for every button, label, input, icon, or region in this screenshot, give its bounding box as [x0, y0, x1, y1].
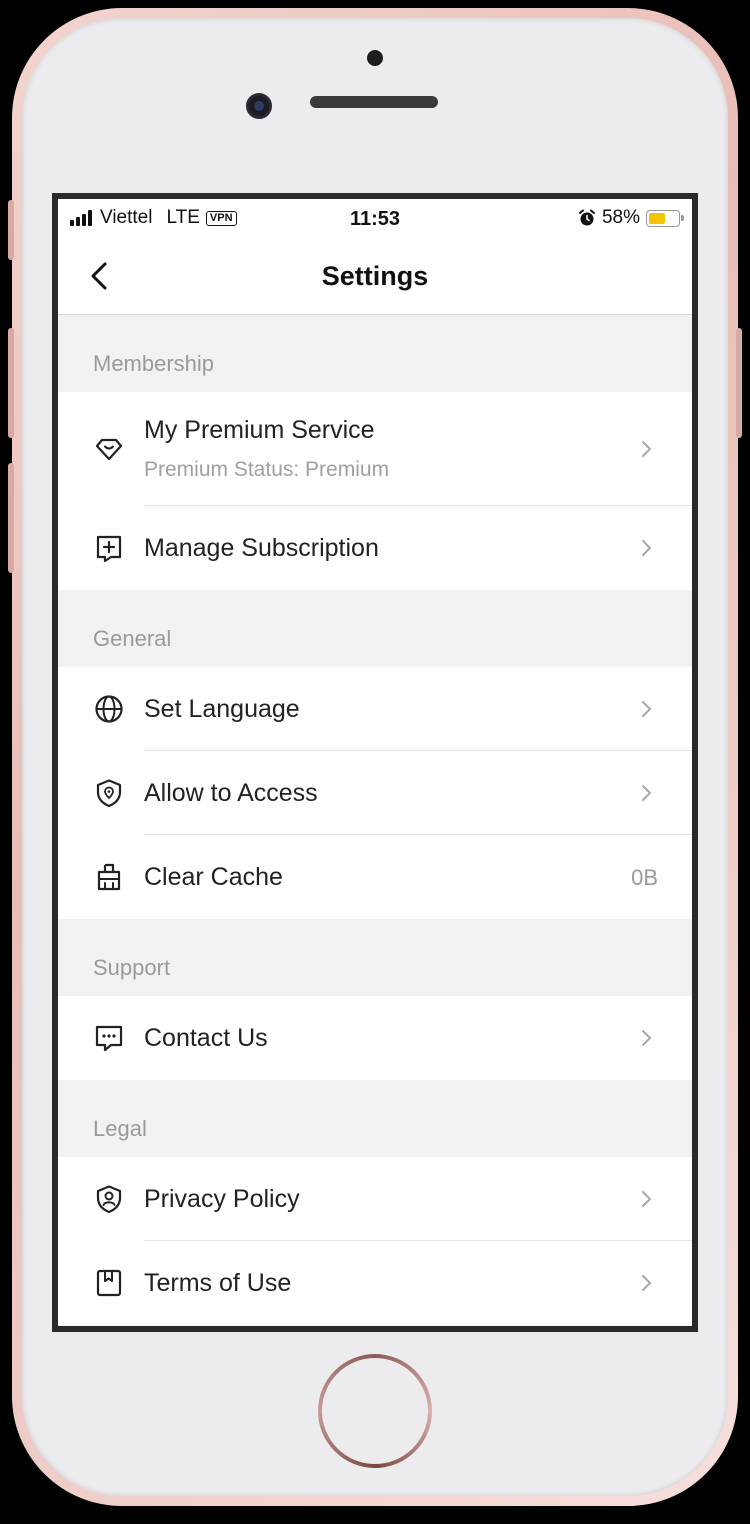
row-label: Manage Subscription: [144, 534, 379, 562]
terms-of-use-row[interactable]: Terms of Use: [58, 1241, 692, 1325]
clear-cache-row[interactable]: Clear Cache 0B: [58, 835, 692, 919]
contact-us-row[interactable]: Contact Us: [58, 996, 692, 1080]
volume-up-button: [8, 328, 14, 438]
broom-icon: [94, 862, 124, 892]
diamond-heart-icon: [94, 434, 124, 464]
navigation-bar: Settings: [58, 239, 692, 315]
legal-group: Privacy Policy Terms of Use: [58, 1157, 692, 1325]
chat-bubble-icon: [94, 1023, 124, 1053]
chevron-right-icon: [640, 1189, 654, 1209]
status-bar: Viettel LTE VPN 11:53 58%: [58, 199, 692, 239]
volume-down-button: [8, 463, 14, 573]
screen: Viettel LTE VPN 11:53 58% Settings Membe…: [58, 199, 692, 1326]
row-label: Privacy Policy: [144, 1185, 300, 1213]
chevron-right-icon: [640, 538, 654, 558]
power-button: [736, 328, 742, 438]
chevron-right-icon: [640, 699, 654, 719]
set-language-row[interactable]: Set Language: [58, 667, 692, 751]
general-group: Set Language Allow to Access Clear Cache…: [58, 667, 692, 919]
page-title: Settings: [321, 261, 429, 291]
earpiece-speaker: [310, 96, 438, 108]
settings-list: Membership My Premium Service Premium St…: [58, 315, 692, 1325]
row-label: Clear Cache: [144, 863, 283, 891]
section-header-support: Support: [93, 955, 171, 980]
globe-icon: [94, 694, 124, 724]
chevron-right-icon: [640, 783, 654, 803]
row-label: Set Language: [144, 695, 300, 723]
my-premium-service-row[interactable]: My Premium Service Premium Status: Premi…: [58, 392, 692, 506]
row-sublabel: Premium Status: Premium: [144, 458, 390, 481]
row-label: Contact Us: [144, 1024, 268, 1052]
battery-percent: 58%: [601, 207, 640, 228]
section-header-membership: Membership: [93, 351, 215, 376]
chevron-right-icon: [640, 1028, 654, 1048]
alarm-icon: [578, 209, 596, 227]
home-button[interactable]: [318, 1354, 432, 1468]
row-label: Allow to Access: [144, 779, 318, 807]
front-camera: [246, 93, 272, 119]
cache-size-value: 0B: [631, 865, 658, 890]
allow-to-access-row[interactable]: Allow to Access: [58, 751, 692, 835]
privacy-policy-row[interactable]: Privacy Policy: [58, 1157, 692, 1241]
chevron-right-icon: [640, 1273, 654, 1293]
section-header-legal: Legal: [93, 1116, 147, 1141]
manage-subscription-row[interactable]: Manage Subscription: [58, 506, 692, 590]
proximity-sensor: [367, 50, 383, 66]
membership-group: My Premium Service Premium Status: Premi…: [58, 392, 692, 590]
mute-switch: [8, 200, 14, 260]
screen-bezel: Viettel LTE VPN 11:53 58% Settings Membe…: [52, 193, 698, 1332]
row-label: Terms of Use: [144, 1269, 292, 1297]
section-header-general: General: [93, 626, 172, 651]
battery-icon: [646, 209, 684, 227]
chevron-right-icon: [640, 439, 654, 459]
support-group: Contact Us: [58, 996, 692, 1080]
battery-fill: [649, 212, 666, 224]
row-label: My Premium Service: [144, 416, 375, 444]
shield-location-icon: [94, 778, 124, 808]
shield-user-icon: [94, 1184, 124, 1214]
book-icon: [94, 1268, 124, 1298]
plus-bookmark-icon: [94, 533, 124, 563]
